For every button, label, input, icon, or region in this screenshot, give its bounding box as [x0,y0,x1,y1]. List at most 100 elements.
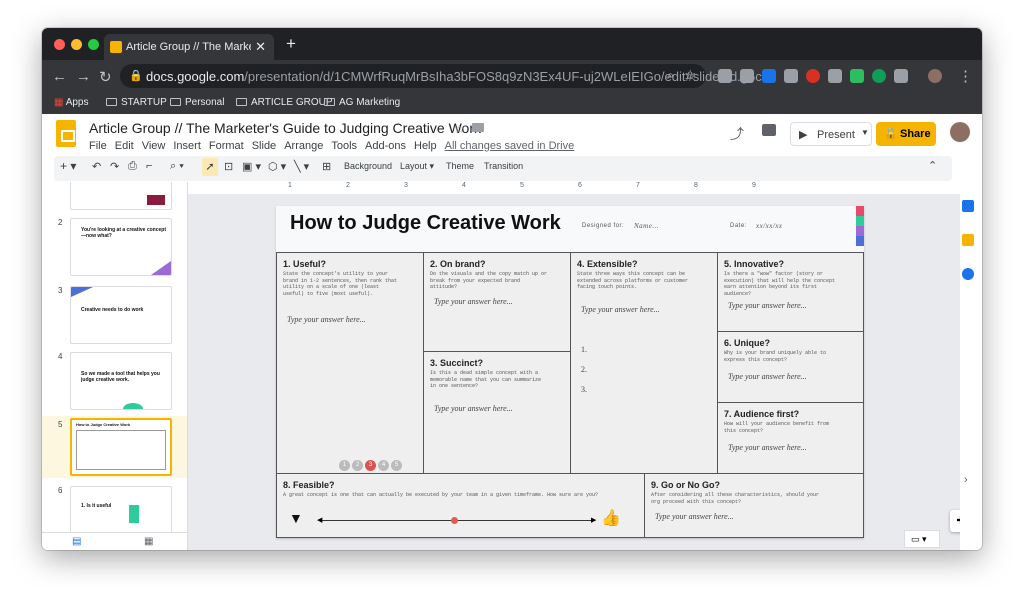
answer-field[interactable]: Type your answer here... [581,305,660,314]
url-field[interactable]: 🔒 docs.google.com/presentation/d/1CMWrfR… [120,64,773,88]
bookmark-apps[interactable]: ▦ Apps [54,97,88,108]
close-window-button[interactable] [54,39,65,50]
slide-thumbnail[interactable]: You're looking at a creative concept—now… [70,218,172,276]
card-heading: 4. Extensible? [577,259,638,269]
designed-for-label: Designed for: [582,223,625,229]
extension-icon[interactable] [806,69,820,83]
text-box-icon[interactable]: ⊡ [224,160,233,173]
rating-dot[interactable]: 1 [339,460,350,471]
zoom-icon[interactable]: ⌕ ▾ [170,160,184,173]
menu-help[interactable]: Help [414,140,437,152]
select-tool-icon[interactable]: ➚ [202,158,218,176]
transition-button[interactable]: Transition [484,161,523,171]
bookmark-personal[interactable]: Personal [170,97,224,108]
print-icon[interactable]: ⎙ [128,160,137,173]
back-icon[interactable]: ← [52,68,67,85]
answer-field[interactable]: Type your answer here... [728,443,807,452]
slide[interactable]: How to Judge Creative Work Designed for:… [276,206,864,538]
rating-dot[interactable]: 2 [352,460,363,471]
menu-slide[interactable]: Slide [252,140,276,152]
layout-button[interactable]: Layout ▾ [400,161,434,172]
shape-icon[interactable]: ⬡ ▾ [268,160,286,173]
image-icon[interactable]: ▣ ▾ [242,160,261,173]
slide-thumbnail[interactable]: Creative needs to do work [70,286,172,344]
star-icon[interactable]: ☆ [454,122,465,136]
minimize-window-button[interactable] [71,39,82,50]
redo-icon[interactable]: ↷ [110,160,119,173]
menu-edit[interactable]: Edit [115,140,134,152]
extension-icon[interactable] [784,69,798,83]
answer-field[interactable]: Type your answer here... [434,404,513,413]
extension-icon[interactable] [828,69,842,83]
expand-panel-icon[interactable]: › [964,474,968,486]
slider-knob[interactable] [451,517,459,524]
menu-tools[interactable]: Tools [331,140,357,152]
extension-icon[interactable] [718,69,732,83]
bookmark-article-group[interactable]: ARTICLE GROUP [236,97,333,108]
card-succinct: 3. Succinct? Is this a dead simple conce… [423,351,571,474]
slide-thumbnail[interactable]: So we made a tool that helps you judge c… [70,352,172,410]
profile-avatar[interactable] [928,69,942,83]
rating-dot[interactable]: 5 [391,460,402,471]
menu-insert[interactable]: Insert [173,140,201,152]
line-icon[interactable]: ╲ ▾ [294,160,309,173]
present-button[interactable]: ▶ Present ▼ [790,122,872,146]
answer-field[interactable]: Type your answer here... [655,512,734,521]
slide-thumbnail-selected[interactable]: How to Judge Creative Work [70,418,172,476]
comments-icon[interactable] [762,124,776,136]
undo-icon[interactable]: ↶ [92,160,101,173]
forward-icon[interactable]: → [76,68,91,85]
browser-tab[interactable]: Article Group // The Marketer's G ✕ [104,34,274,60]
answer-field[interactable]: Type your answer here... [728,372,807,381]
menu-file[interactable]: File [89,140,107,152]
calendar-icon[interactable] [962,200,974,212]
search-icon[interactable]: ⌕ [667,68,674,83]
background-button[interactable]: Background [344,161,392,171]
slides-logo-icon[interactable] [56,120,76,147]
answer-field[interactable]: Type your answer here... [434,297,513,306]
name-field[interactable]: Name... [634,222,659,230]
new-tab-icon[interactable]: + [286,34,296,54]
user-avatar[interactable] [950,122,970,142]
collapse-icon[interactable]: ⌃ [928,159,937,172]
activity-icon[interactable]: ⤴ [730,124,744,144]
date-field[interactable]: xx/xx/xx [756,222,783,230]
rating-dot-selected[interactable]: 3 [365,460,376,471]
close-tab-icon[interactable]: ✕ [255,39,266,55]
menu-addons[interactable]: Add-ons [365,140,406,152]
save-status[interactable]: All changes saved in Drive [445,140,575,152]
extension-icon[interactable] [894,69,908,83]
menu-arrange[interactable]: Arrange [284,140,323,152]
new-slide-icon[interactable]: + ▾ [60,159,76,173]
slide-thumbnail[interactable] [70,182,172,210]
menu-format[interactable]: Format [209,140,244,152]
extension-icon[interactable] [850,69,864,83]
filmstrip-view-icon[interactable]: ▤ [72,536,81,547]
theme-button[interactable]: Theme [446,161,474,171]
answer-field[interactable]: Type your answer here... [287,315,366,324]
bookmark-star-icon[interactable]: ☆ [684,67,696,83]
extension-icon[interactable] [872,69,886,83]
folder-icon[interactable] [472,123,484,132]
reload-icon[interactable]: ↻ [99,68,112,86]
answer-field[interactable]: Type your answer here... [728,301,807,310]
bookmark-ag-marketing[interactable]: AG Marketing [324,97,400,108]
slide-title[interactable]: How to Judge Creative Work [290,212,561,235]
extension-icon[interactable] [762,69,776,83]
menu-view[interactable]: View [142,140,166,152]
share-button[interactable]: 🔒 Share [876,122,936,146]
thumb-title: 1. Is it useful [81,503,112,509]
paint-format-icon[interactable]: ⌐ [146,160,152,172]
add-comment-icon[interactable]: ⊞ [322,160,331,173]
slide-number: 4 [58,352,63,361]
grid-view-icon[interactable]: ▦ [144,536,153,547]
maximize-window-button[interactable] [88,39,99,50]
more-menu-icon[interactable]: ⋮ [958,67,973,85]
rating-dot[interactable]: 4 [378,460,389,471]
tasks-icon[interactable] [962,268,974,280]
extension-icon[interactable] [740,69,754,83]
document-title[interactable]: Article Group // The Marketer's Guide to… [89,120,481,136]
bookmark-startup[interactable]: STARTUP [106,97,167,108]
keep-icon[interactable] [962,234,974,246]
clipboard-icon[interactable]: ▭ ▾ [904,530,940,548]
